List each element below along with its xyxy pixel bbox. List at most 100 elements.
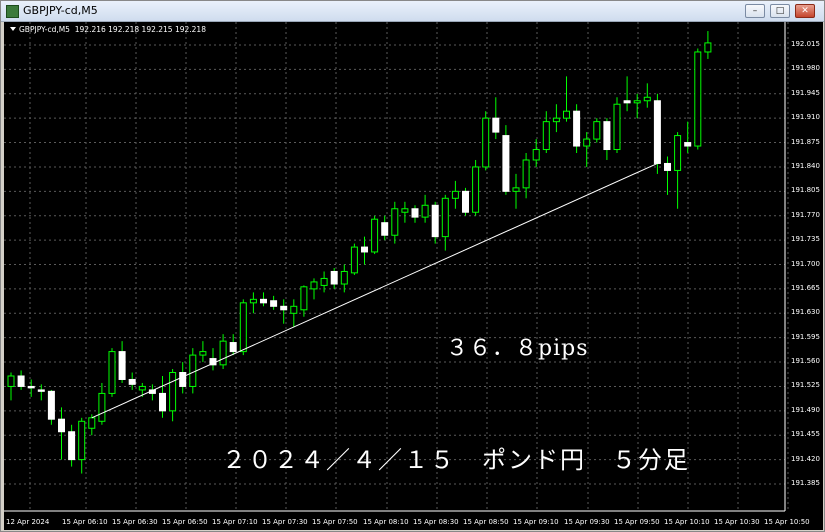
price-tick-label: 192.015	[791, 40, 820, 48]
candle-body	[391, 208, 399, 236]
candle-body	[280, 305, 288, 311]
time-tick-label: 15 Apr 10:10	[664, 518, 710, 526]
price-tick-label: 191.735	[791, 235, 820, 244]
price-tick-label: 191.420	[791, 454, 820, 463]
time-tick-label: 15 Apr 07:50	[312, 518, 358, 526]
candle-body	[502, 135, 510, 192]
price-tick-label: 191.490	[791, 405, 820, 414]
price-tick-label: 191.665	[791, 283, 820, 292]
candle-body	[643, 96, 651, 102]
candle-body	[350, 246, 358, 274]
candle-body	[664, 162, 671, 171]
candle-body	[563, 110, 570, 119]
candle-body	[68, 431, 76, 461]
candle-body	[229, 342, 237, 353]
candle-body	[310, 281, 318, 290]
candle-body	[138, 385, 146, 391]
candle-body	[623, 100, 631, 104]
minimize-button[interactable]: –	[745, 4, 765, 18]
candle-body	[371, 218, 379, 253]
candle-body	[552, 117, 560, 123]
candle-body	[128, 378, 136, 385]
candle-body	[37, 389, 45, 392]
price-tick-label: 191.455	[791, 430, 820, 439]
price-tick-label: 191.910	[791, 113, 820, 122]
candle-body	[674, 135, 682, 171]
price-tick-label: 191.560	[791, 357, 820, 366]
candle-body	[684, 142, 692, 147]
candle-body	[179, 372, 187, 387]
candle-body	[573, 110, 581, 147]
candle-body	[58, 418, 65, 433]
time-tick-label: 15 Apr 07:10	[212, 518, 258, 526]
candle-body	[593, 121, 601, 140]
candle-body	[583, 138, 591, 147]
candle-body	[108, 351, 116, 394]
candle-body	[300, 286, 308, 311]
price-tick-label: 191.770	[791, 210, 820, 219]
title-bar[interactable]: GBPJPY-cd,M5 – □ ✕	[1, 1, 824, 22]
time-tick-label: 15 Apr 06:10	[62, 518, 108, 526]
candle-body	[189, 354, 197, 387]
candle-body	[492, 117, 500, 133]
candle-body	[482, 117, 490, 168]
time-tick-label: 15 Apr 09:50	[614, 518, 660, 526]
price-tick-label: 191.875	[791, 137, 820, 146]
time-tick-label: 15 Apr 10:30	[714, 518, 760, 526]
time-tick-label: 15 Apr 09:30	[564, 518, 610, 526]
pips-annotation[interactable]: ３６．８pips	[446, 330, 589, 362]
time-tick-label: 15 Apr 08:50	[463, 518, 509, 526]
maximize-button[interactable]: □	[770, 4, 790, 18]
price-tick-label: 191.630	[791, 308, 820, 317]
candle-body	[532, 149, 540, 161]
candle-body	[653, 100, 661, 164]
candle-body	[381, 222, 389, 236]
candle-body	[522, 159, 530, 189]
price-tick-label: 191.945	[791, 88, 820, 97]
symbol-name: GBPJPY-cd,M5	[19, 25, 70, 34]
candle-body	[361, 246, 368, 253]
candle-body	[118, 351, 126, 380]
time-tick-label: 12 Apr 2024	[6, 518, 50, 526]
candle-body	[603, 121, 611, 151]
candle-body	[411, 208, 419, 218]
ohlc-readout: 192.216 192.218 192.215 192.218	[74, 25, 206, 34]
time-tick-label: 15 Apr 10:50	[764, 518, 810, 526]
candle-body	[290, 305, 298, 314]
time-tick-label: 15 Apr 08:30	[413, 518, 459, 526]
time-tick-label: 15 Apr 09:10	[513, 518, 559, 526]
candle-body	[694, 51, 702, 147]
price-tick-label: 191.840	[791, 161, 820, 170]
candle-body	[260, 298, 267, 304]
candle-body	[17, 375, 25, 387]
price-tick-label: 191.595	[791, 332, 820, 341]
window-title: GBPJPY-cd,M5	[23, 4, 98, 17]
candle-body	[270, 300, 278, 307]
candle-body	[472, 166, 480, 213]
candle-body	[27, 385, 35, 389]
candle-body	[462, 190, 469, 213]
candle-body	[249, 298, 257, 304]
candle-body	[7, 375, 15, 387]
chart-area[interactable]: GBPJPY-cd,M5 192.216 192.218 192.215 192…	[4, 22, 823, 530]
candle-body	[199, 351, 207, 356]
price-tick-label: 191.980	[791, 64, 820, 73]
candle-body	[613, 103, 621, 151]
caret-down-icon	[10, 27, 16, 31]
candle-body	[340, 270, 348, 285]
price-tick-label: 191.525	[791, 381, 820, 390]
caption-annotation[interactable]: ２０２４／４／１５ ポンド円 ５分足	[222, 440, 690, 475]
close-button[interactable]: ✕	[795, 4, 815, 18]
symbol-info: GBPJPY-cd,M5 192.216 192.218 192.215 192…	[10, 25, 206, 34]
candle-body	[159, 392, 166, 412]
candle-body	[441, 197, 449, 238]
candle-body	[421, 204, 429, 218]
candle-body	[451, 190, 459, 199]
candle-body	[320, 277, 328, 286]
trendline	[91, 163, 658, 419]
candle-body	[512, 187, 520, 192]
candle-body	[704, 42, 712, 53]
candle-body	[542, 121, 550, 151]
price-tick-label: 191.385	[791, 479, 820, 487]
candle-body	[633, 100, 641, 104]
